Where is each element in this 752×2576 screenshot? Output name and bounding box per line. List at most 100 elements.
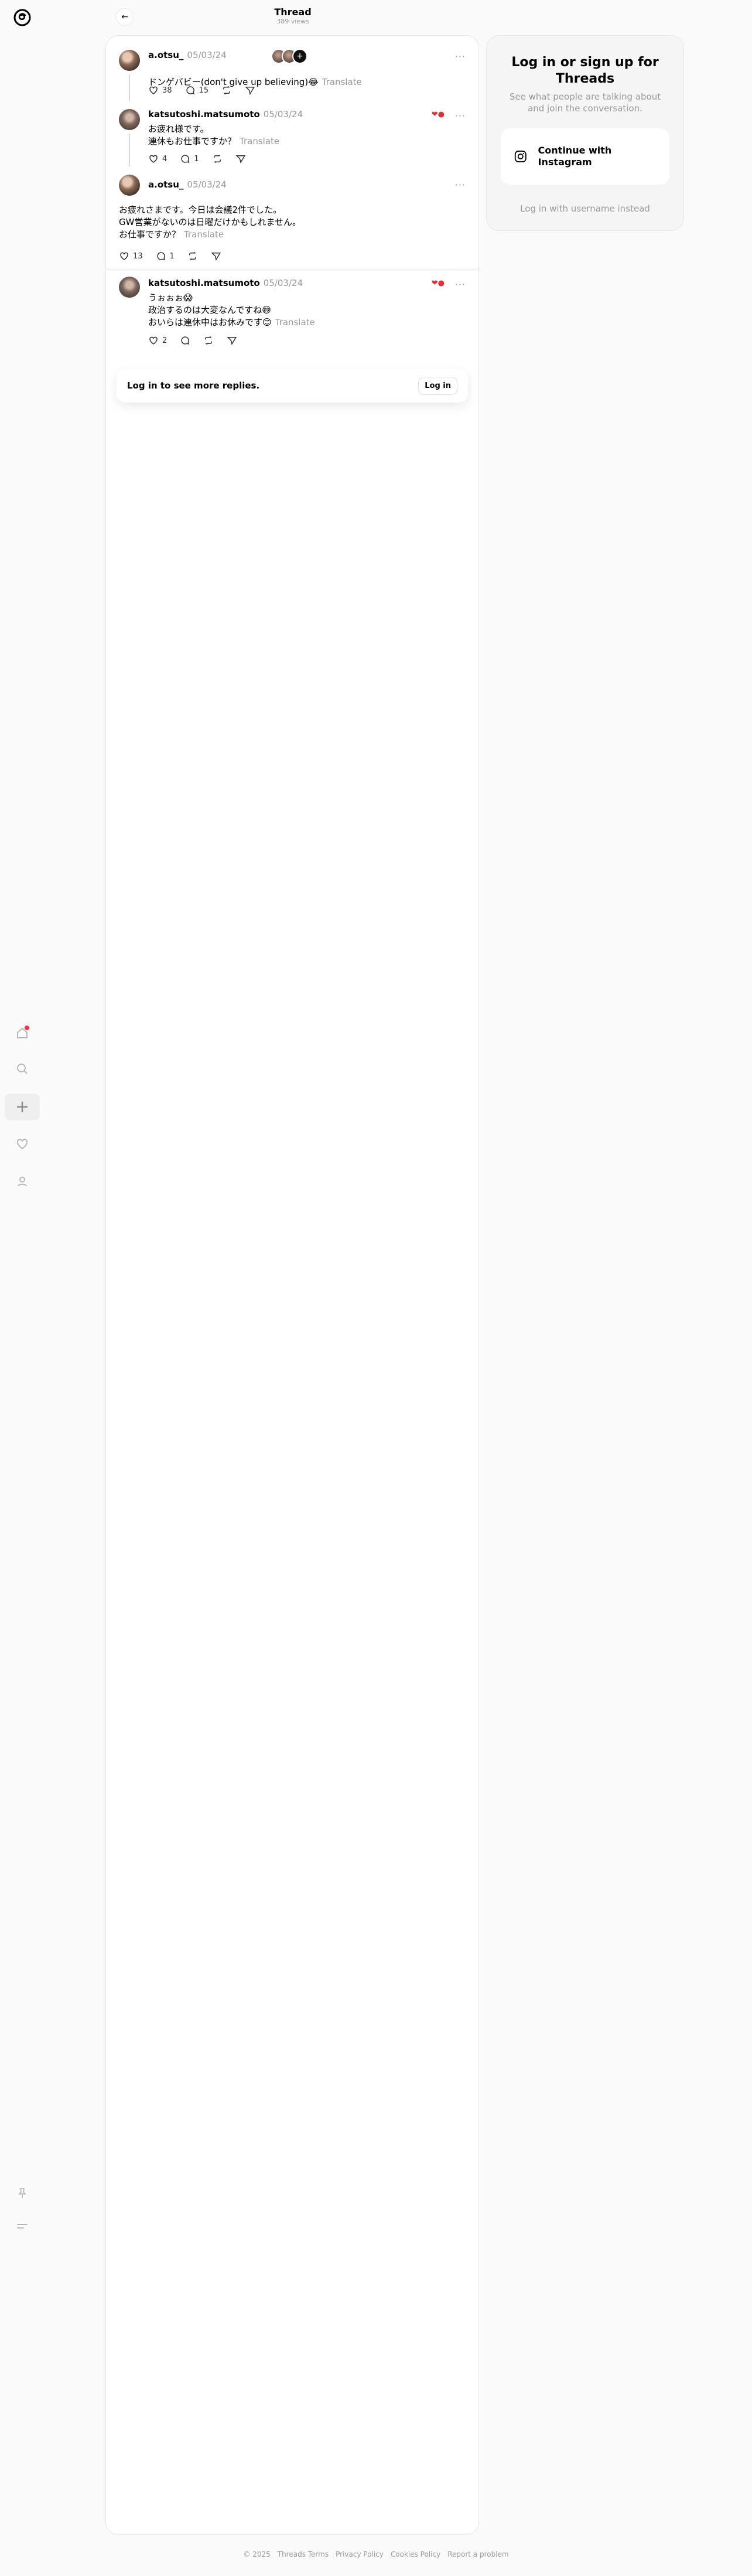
reply-count: 1	[194, 154, 199, 163]
avatar[interactable]	[119, 109, 140, 130]
send-icon	[245, 87, 255, 95]
footer-link-terms[interactable]: Threads Terms	[278, 2550, 329, 2558]
post-actions: 4 1	[148, 154, 246, 164]
translate-link[interactable]: Translate	[184, 229, 224, 240]
like-button[interactable]: 4	[148, 154, 167, 164]
instagram-button-label: Continue with Instagram	[538, 145, 612, 168]
thread-post: katsutoshi.matsumoto 05/03/24 ❤● ··· お疲れ様…	[106, 103, 478, 168]
send-icon	[235, 155, 245, 163]
post-date: 05/03/24	[263, 109, 303, 120]
thread-header: ← Thread 389 views	[105, 0, 480, 33]
create-icon[interactable]	[5, 1093, 40, 1120]
repost-button[interactable]	[212, 154, 223, 164]
avatar[interactable]	[119, 277, 140, 298]
post-username[interactable]: katsutoshi.matsumoto 05/03/24	[148, 109, 303, 120]
more-options-icon[interactable]: ···	[455, 51, 466, 62]
share-button[interactable]	[227, 335, 237, 346]
like-button[interactable]: 38	[148, 85, 172, 96]
comment-icon	[186, 86, 194, 95]
share-button[interactable]	[235, 154, 246, 164]
login-card-subtitle: See what people are talking about and jo…	[509, 91, 661, 114]
like-button[interactable]: 2	[148, 335, 167, 346]
post-date: 05/03/24	[263, 278, 303, 288]
thread-feed: a.otsu_ 05/03/24 + ··· ドンゲバビー(don't give …	[105, 35, 479, 2535]
thread-post: katsutoshi.matsumoto 05/03/24 ❤● ··· うぉぉぉ…	[106, 270, 478, 357]
post-date: 05/03/24	[187, 179, 227, 190]
send-icon	[211, 253, 221, 261]
login-card-title: Log in or sign up for Threads	[511, 55, 659, 86]
heart-icon	[149, 86, 158, 94]
pin-icon[interactable]	[5, 2180, 40, 2207]
heart-icon	[149, 155, 158, 163]
post-username[interactable]: a.otsu_ 05/03/24	[148, 179, 227, 190]
footer-link-cookies[interactable]: Cookies Policy	[391, 2550, 440, 2558]
footer-link-privacy[interactable]: Privacy Policy	[336, 2550, 384, 2558]
home-icon[interactable]	[5, 1020, 40, 1047]
heart-icon[interactable]	[5, 1130, 40, 1157]
share-button[interactable]	[211, 251, 221, 261]
like-count: 38	[162, 86, 172, 95]
thread-connector	[129, 134, 130, 166]
heart-icon	[149, 336, 158, 345]
post-date: 05/03/24	[187, 50, 227, 60]
like-count: 2	[162, 336, 168, 345]
login-card: Log in or sign up for Threads See what p…	[486, 35, 684, 231]
post-text: うぉぉぉ😱 政治するのは大変なんですね😅 おいらは連休中はお休みです😊 Trans…	[148, 292, 315, 328]
footer-link-report[interactable]: Report a problem	[447, 2550, 508, 2558]
continue-with-instagram-button[interactable]: Continue with Instagram	[501, 128, 669, 185]
thread-post: a.otsu_ 05/03/24 ··· お疲れさまです。今日は会議2件でした。 …	[106, 168, 478, 269]
more-replies-text: Log in to see more replies.	[127, 380, 260, 391]
repost-button[interactable]	[203, 335, 214, 346]
more-options-icon[interactable]: ···	[455, 179, 466, 190]
post-username[interactable]: a.otsu_ 05/03/24	[148, 50, 227, 60]
left-navigation	[0, 0, 45, 2576]
avatar[interactable]	[119, 50, 140, 71]
profile-icon[interactable]	[5, 1168, 40, 1195]
post-actions: 38 15	[148, 85, 255, 96]
reply-button[interactable]: 1	[156, 251, 175, 261]
repost-icon	[205, 336, 213, 345]
repost-icon	[223, 86, 231, 95]
translate-link[interactable]: Translate	[240, 136, 279, 146]
repost-icon	[189, 251, 196, 261]
login-button[interactable]: Log in	[418, 376, 457, 395]
share-button[interactable]	[245, 85, 255, 96]
repost-button[interactable]	[187, 251, 198, 261]
view-count: 389 views	[276, 18, 309, 25]
more-options-icon[interactable]: ···	[455, 110, 466, 121]
translate-link[interactable]: Translate	[275, 317, 315, 328]
repost-icon	[213, 154, 221, 163]
like-count: 4	[162, 154, 168, 163]
notification-dot	[25, 1025, 29, 1030]
comment-icon	[181, 155, 190, 163]
reply-count: 15	[199, 86, 209, 95]
author-badge: ❤●	[431, 110, 445, 119]
page-title: Thread	[274, 6, 312, 18]
search-icon[interactable]	[5, 1055, 40, 1082]
heart-icon	[120, 252, 128, 260]
more-options-icon[interactable]: ···	[455, 279, 466, 290]
menu-icon[interactable]	[5, 2213, 40, 2240]
translate-link[interactable]: Translate	[322, 77, 362, 87]
post-username[interactable]: katsutoshi.matsumoto 05/03/24	[148, 278, 303, 288]
plus-icon: +	[292, 49, 307, 64]
thread-connector	[129, 74, 130, 101]
reply-button[interactable]	[180, 335, 190, 346]
footer: © 2025 Threads Terms Privacy Policy Cook…	[0, 2550, 752, 2558]
copyright-text: © 2025	[243, 2550, 271, 2558]
post-text: お疲れ様です。 連休もお仕事ですか？ Translate	[148, 124, 280, 146]
username-login-link[interactable]: Log in with username instead	[487, 203, 683, 214]
repost-button[interactable]	[221, 85, 232, 96]
more-replies-prompt: Log in to see more replies. Log in	[117, 369, 468, 403]
author-badge: ❤●	[431, 279, 445, 288]
reply-button[interactable]: 15	[185, 85, 209, 96]
avatar[interactable]	[119, 175, 140, 196]
like-count: 13	[133, 251, 143, 261]
comment-icon	[181, 336, 190, 345]
reply-button[interactable]: 1	[180, 154, 199, 164]
like-button[interactable]: 13	[119, 251, 143, 261]
comment-icon	[156, 252, 165, 261]
reply-avatars-stack[interactable]: +	[271, 49, 307, 64]
instagram-icon	[514, 151, 527, 162]
post-actions: 13 1	[119, 251, 221, 261]
